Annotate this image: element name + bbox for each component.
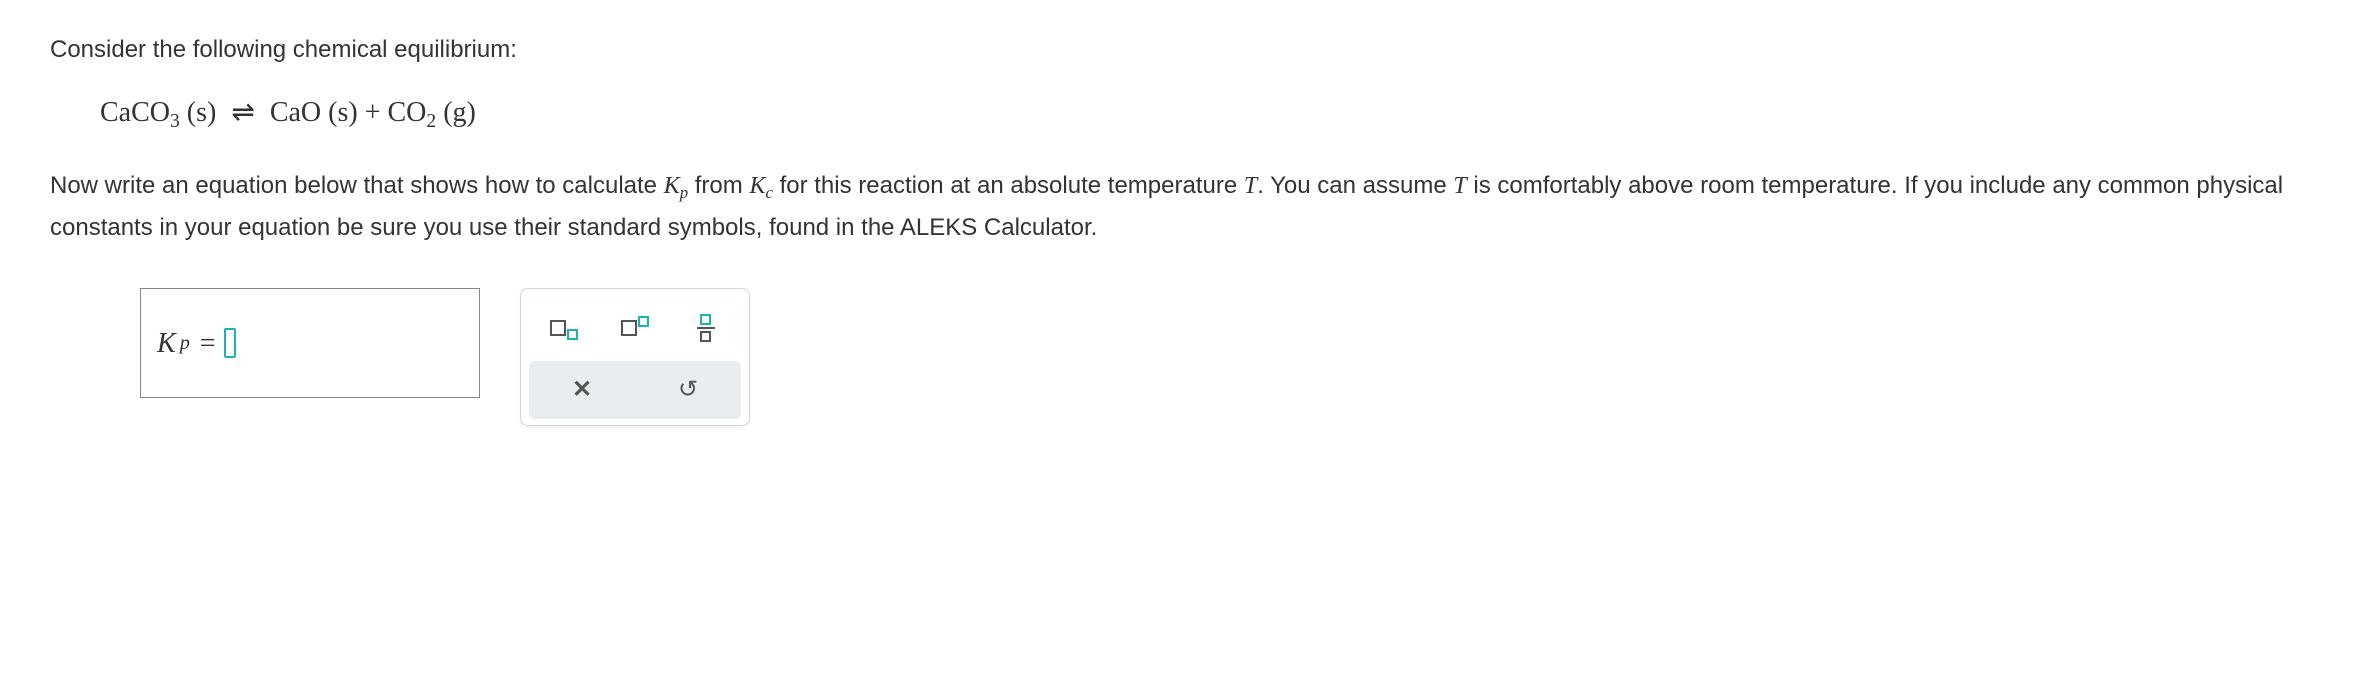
superscript-template-button[interactable] xyxy=(615,308,655,348)
kp-base: K xyxy=(664,173,680,199)
input-cursor-icon[interactable] xyxy=(224,328,236,358)
fraction-template-button[interactable] xyxy=(686,308,726,348)
superscript-template-icon xyxy=(621,320,649,336)
temperature-symbol: T xyxy=(1244,173,1257,199)
prompt-text: Now write an equation below that shows h… xyxy=(50,166,2300,248)
answer-lhs-sub: p xyxy=(180,326,190,360)
subscript-template-icon xyxy=(550,320,578,336)
undo-button[interactable]: ↺ xyxy=(668,370,708,410)
prompt-seg-3: for this reaction at an absolute tempera… xyxy=(773,172,1244,199)
undo-icon: ↺ xyxy=(678,370,698,411)
x-icon: ✕ xyxy=(572,370,592,411)
equation-palette: ✕ ↺ xyxy=(520,288,750,426)
rhs1-formula: CaO xyxy=(270,97,321,128)
kp-symbol: Kp xyxy=(664,173,688,199)
lhs-state: (s) xyxy=(187,97,217,128)
temperature-symbol-2: T xyxy=(1453,173,1466,199)
plus-sign: + xyxy=(365,97,381,128)
kc-symbol: Kc xyxy=(749,173,772,199)
answer-lhs-base: K xyxy=(157,320,176,368)
rhs2-sub: 2 xyxy=(426,111,436,132)
rhs1-state: (s) xyxy=(328,97,358,128)
prompt-seg-1: Now write an equation below that shows h… xyxy=(50,172,664,199)
lhs-sub: 3 xyxy=(170,111,180,132)
kc-base: K xyxy=(749,173,765,199)
intro-text: Consider the following chemical equilibr… xyxy=(50,30,2300,71)
prompt-seg-4: . You can assume xyxy=(1257,172,1453,199)
lhs-formula: CaCO xyxy=(100,97,170,128)
prompt-seg-2: from xyxy=(688,172,749,199)
equals-sign: = xyxy=(200,320,216,368)
subscript-template-button[interactable] xyxy=(544,308,584,348)
answer-input-box[interactable]: Kp = xyxy=(140,288,480,398)
rhs2-state: (g) xyxy=(443,97,476,128)
rhs2-formula: CO xyxy=(387,97,426,128)
kp-sub: p xyxy=(680,183,688,202)
fraction-template-icon xyxy=(697,314,715,342)
clear-button[interactable]: ✕ xyxy=(562,370,602,410)
chemical-equation: CaCO3 (s) ⇌ CaO (s) + CO2 (g) xyxy=(100,89,2300,138)
kc-sub: c xyxy=(765,183,772,202)
equilibrium-arrow-icon: ⇌ xyxy=(231,97,254,128)
